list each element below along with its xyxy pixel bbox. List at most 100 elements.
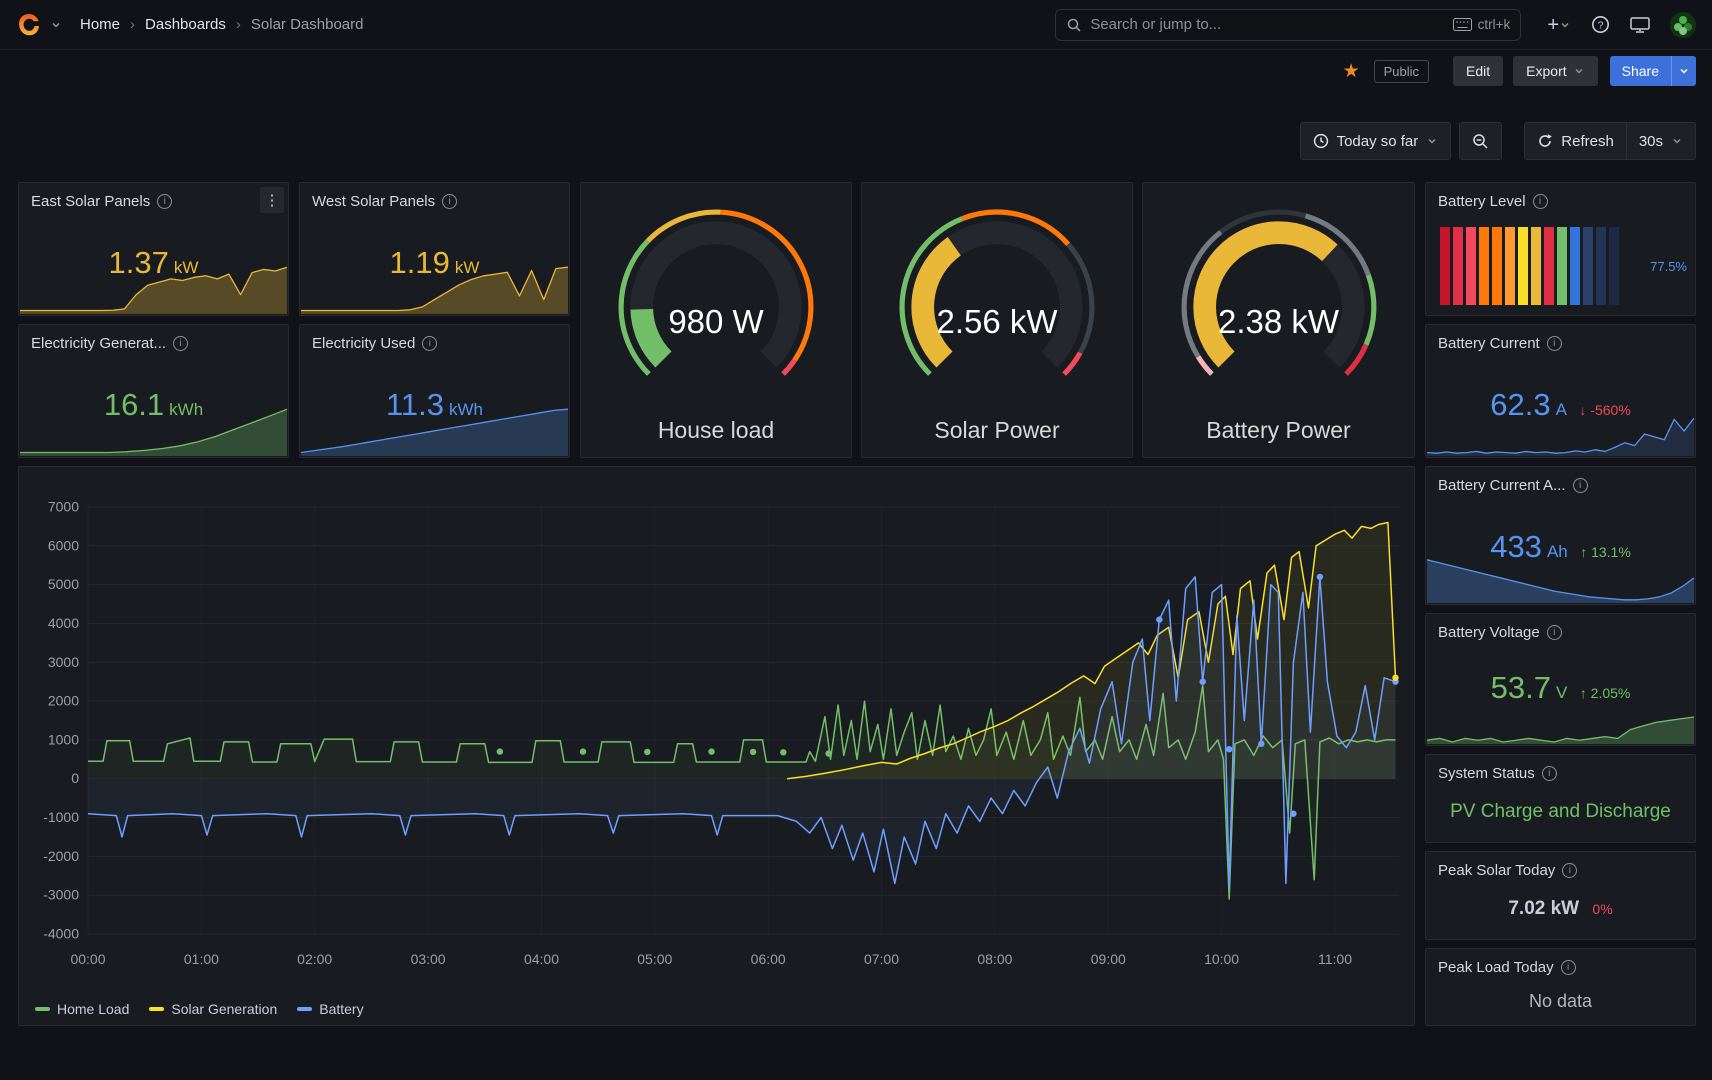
refresh-button[interactable]: Refresh xyxy=(1525,123,1626,159)
svg-text:-4000: -4000 xyxy=(43,926,79,942)
panel-title[interactable]: Battery Current xyxy=(1438,335,1540,352)
panel-battery-current-ah: Battery Current A... i 433Ah ↑ 13.1% xyxy=(1425,466,1696,605)
nav-right: + ? xyxy=(1547,12,1696,38)
panel-electricity-generated: Electricity Generat... i 16.1kWh xyxy=(18,324,289,458)
sparkline-chart xyxy=(20,262,287,314)
panel-peak-load-today: Peak Load Today i No data xyxy=(1425,948,1696,1026)
chevron-down-icon[interactable] xyxy=(50,19,62,31)
panel-west-solar: West Solar Panels i 1.19kW xyxy=(299,182,570,316)
legend-item-battery[interactable]: Battery xyxy=(297,1001,363,1017)
legend-swatch xyxy=(35,1007,50,1011)
svg-text:00:00: 00:00 xyxy=(70,951,105,967)
breadcrumb-current: Solar Dashboard xyxy=(251,16,364,33)
dashboard-toolbar: ★ Public Edit Export Share xyxy=(1343,56,1696,86)
panel-title[interactable]: West Solar Panels xyxy=(312,193,435,210)
panel-header: Peak Solar Today i xyxy=(1438,860,1687,880)
info-icon[interactable]: i xyxy=(1573,478,1588,493)
share-menu-button[interactable] xyxy=(1671,56,1696,86)
gauge-title[interactable]: Solar Power xyxy=(862,417,1132,444)
svg-text:02:00: 02:00 xyxy=(297,951,332,967)
time-range-picker[interactable]: Today so far xyxy=(1300,122,1452,160)
legend-item-solar-generation[interactable]: Solar Generation xyxy=(149,1001,277,1017)
svg-text:5000: 5000 xyxy=(48,576,79,592)
gauge-title[interactable]: Battery Power xyxy=(1143,417,1414,444)
svg-text:01:00: 01:00 xyxy=(184,951,219,967)
search-shortcut: ctrl+k xyxy=(1453,17,1511,32)
gauge-title[interactable]: House load xyxy=(581,417,851,444)
panel-header: Battery Current A... i xyxy=(1438,475,1687,495)
panel-header: Battery Current i xyxy=(1438,333,1687,353)
panel-title[interactable]: Battery Voltage xyxy=(1438,624,1540,641)
info-icon[interactable]: i xyxy=(442,194,457,209)
refresh-group: Refresh 30s xyxy=(1524,122,1696,160)
chevron-down-icon xyxy=(1671,135,1683,147)
favorite-star-icon[interactable]: ★ xyxy=(1343,62,1360,81)
edit-button[interactable]: Edit xyxy=(1453,56,1503,86)
svg-text:0: 0 xyxy=(71,770,79,786)
info-icon[interactable]: i xyxy=(157,194,172,209)
sparkline-chart xyxy=(20,404,287,456)
info-icon[interactable]: i xyxy=(1547,625,1562,640)
svg-text:2000: 2000 xyxy=(48,693,79,709)
sparkline-chart xyxy=(1427,414,1694,456)
svg-text:4000: 4000 xyxy=(48,615,79,631)
svg-text:3000: 3000 xyxy=(48,654,79,670)
svg-text:-3000: -3000 xyxy=(43,887,79,903)
zoom-out-button[interactable] xyxy=(1459,122,1502,160)
panel-title[interactable]: East Solar Panels xyxy=(31,193,150,210)
panel-header: East Solar Panels i xyxy=(31,191,280,211)
info-icon[interactable]: i xyxy=(173,336,188,351)
info-icon[interactable]: i xyxy=(1542,766,1557,781)
search-input[interactable]: Search or jump to... ctrl+k xyxy=(1055,9,1521,41)
panel-menu-icon[interactable]: ⋮ xyxy=(260,187,284,213)
panel-electricity-used: Electricity Used i 11.3kWh xyxy=(299,324,570,458)
export-button[interactable]: Export xyxy=(1513,56,1597,86)
info-icon[interactable]: i xyxy=(1547,336,1562,351)
svg-text:04:00: 04:00 xyxy=(524,951,559,967)
chart-legend: Home Load Solar Generation Battery xyxy=(35,1001,364,1017)
svg-text:03:00: 03:00 xyxy=(411,951,446,967)
keyboard-icon xyxy=(1453,18,1472,31)
panel-header: Battery Level i xyxy=(1438,191,1687,211)
search-icon xyxy=(1066,17,1082,33)
panel-battery-power: 2.38 kW Battery Power xyxy=(1142,182,1415,458)
monitor-icon[interactable] xyxy=(1630,16,1650,34)
info-icon[interactable]: i xyxy=(1562,863,1577,878)
info-icon[interactable]: i xyxy=(422,336,437,351)
breadcrumb-dashboards[interactable]: Dashboards xyxy=(145,16,226,33)
svg-text:-2000: -2000 xyxy=(43,848,79,864)
top-navigation: Home › Dashboards › Solar Dashboard Sear… xyxy=(0,0,1712,50)
breadcrumb-separator: › xyxy=(236,16,241,33)
help-icon[interactable]: ? xyxy=(1591,15,1610,34)
battery-level-value: 77.5% xyxy=(1650,259,1687,274)
share-button[interactable]: Share xyxy=(1610,56,1671,86)
breadcrumb-home[interactable]: Home xyxy=(80,16,120,33)
svg-text:09:00: 09:00 xyxy=(1091,951,1126,967)
panel-title[interactable]: Peak Solar Today xyxy=(1438,862,1555,879)
panel-title[interactable]: Electricity Used xyxy=(312,335,415,352)
panel-title[interactable]: Electricity Generat... xyxy=(31,335,166,352)
panel-header: Peak Load Today i xyxy=(1438,957,1687,977)
user-avatar[interactable] xyxy=(1670,12,1696,38)
info-icon[interactable]: i xyxy=(1533,194,1548,209)
panel-title[interactable]: System Status xyxy=(1438,765,1535,782)
add-new-button[interactable]: + xyxy=(1547,15,1571,35)
sparkline-chart xyxy=(1427,555,1694,603)
legend-item-home-load[interactable]: Home Load xyxy=(35,1001,129,1017)
panel-title[interactable]: Battery Level xyxy=(1438,193,1526,210)
timeseries-chart[interactable]: 70006000500040003000200010000-1000-2000-… xyxy=(19,467,1414,977)
info-icon[interactable]: i xyxy=(1561,960,1576,975)
sparkline-chart xyxy=(1427,714,1694,744)
arrow-up-icon: ↑ xyxy=(1580,685,1587,701)
gauge-value: 2.38 kW xyxy=(1143,303,1414,341)
grafana-logo-icon[interactable] xyxy=(16,12,42,38)
no-data-message: No data xyxy=(1426,991,1695,1012)
zoom-out-icon xyxy=(1472,133,1489,150)
panel-title[interactable]: Battery Current A... xyxy=(1438,477,1566,494)
panel-title[interactable]: Peak Load Today xyxy=(1438,959,1554,976)
refresh-interval-select[interactable]: 30s xyxy=(1626,123,1695,159)
public-badge[interactable]: Public xyxy=(1374,60,1429,83)
svg-text:-1000: -1000 xyxy=(43,809,79,825)
panel-timeseries: 70006000500040003000200010000-1000-2000-… xyxy=(18,466,1415,1026)
peak-solar-value: 7.02 kW 0% xyxy=(1426,898,1695,920)
